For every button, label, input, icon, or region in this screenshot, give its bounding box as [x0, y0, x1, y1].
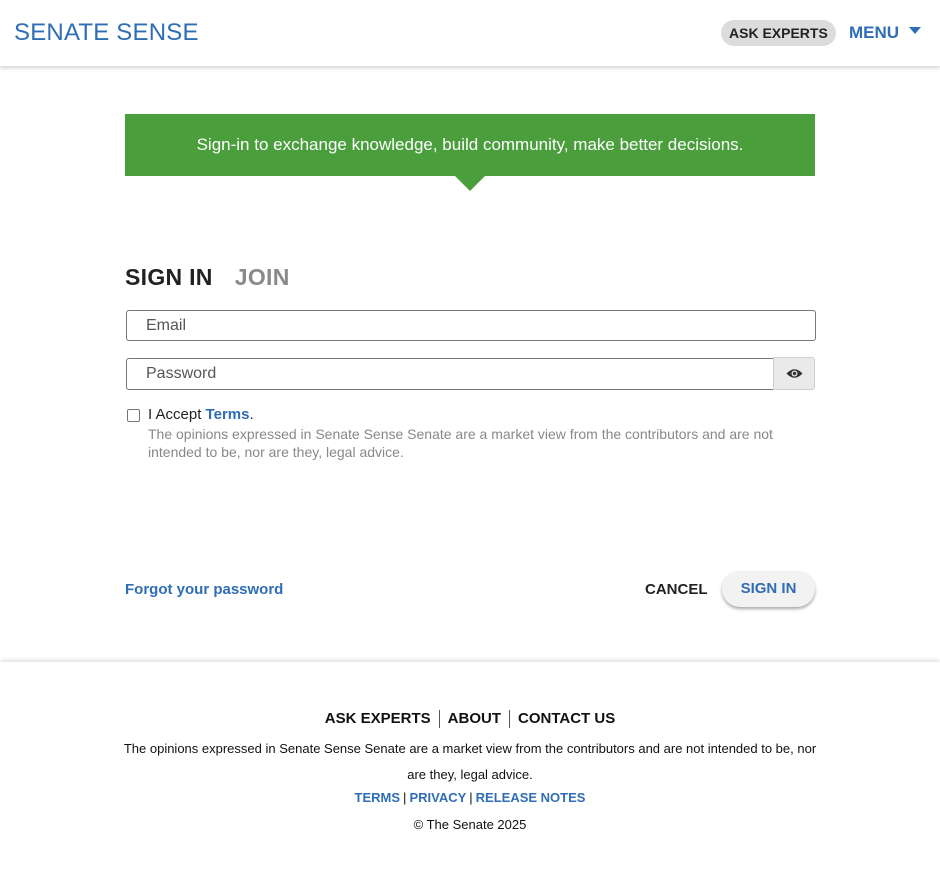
footer: ASK EXPERTS ABOUT CONTACT US The opinion…	[0, 662, 940, 869]
accept-suffix: .	[249, 406, 254, 423]
menu-label: MENU	[849, 23, 900, 42]
password-field[interactable]	[126, 358, 774, 390]
menu-button[interactable]: MENU	[849, 22, 922, 44]
tab-join[interactable]: JOIN	[235, 264, 290, 291]
banner-pointer	[455, 176, 485, 191]
forgot-password-link[interactable]: Forgot your password	[125, 581, 283, 598]
eye-icon	[786, 369, 802, 378]
show-password-button[interactable]	[773, 357, 815, 390]
site-logo[interactable]: SENATE SENSE	[14, 19, 199, 47]
caret-down-icon	[909, 26, 922, 34]
auth-tabs: SIGN IN JOIN	[125, 264, 290, 291]
top-navigation-bar: SENATE SENSE ASK EXPERTS MENU	[0, 0, 940, 66]
accept-terms-label: I Accept Terms.	[148, 406, 254, 423]
footer-link-about[interactable]: ABOUT	[438, 710, 509, 728]
cancel-button[interactable]: CANCEL	[645, 581, 708, 598]
signin-banner: Sign-in to exchange knowledge, build com…	[125, 114, 815, 176]
legal-link-privacy[interactable]: PRIVACY	[409, 790, 466, 805]
accept-prefix: I Accept	[148, 406, 206, 423]
legal-link-release-notes[interactable]: RELEASE NOTES	[476, 790, 586, 805]
footer-disclaimer: The opinions expressed in Senate Sense S…	[123, 741, 817, 782]
footer-links: ASK EXPERTS ABOUT CONTACT US	[0, 710, 940, 728]
email-field[interactable]	[126, 310, 816, 341]
password-group	[126, 357, 816, 390]
legal-separator: |	[469, 790, 473, 805]
accept-terms-checkbox[interactable]	[127, 409, 140, 422]
terms-link[interactable]: Terms	[206, 406, 250, 423]
tab-sign-in[interactable]: SIGN IN	[125, 264, 213, 291]
copyright: © The Senate 2025	[413, 817, 527, 832]
footer-link-ask-experts[interactable]: ASK EXPERTS	[317, 710, 439, 728]
terms-disclaimer: The opinions expressed in Senate Sense S…	[148, 426, 773, 460]
legal-links: TERMS | PRIVACY | RELEASE NOTES	[0, 790, 940, 805]
legal-link-terms[interactable]: TERMS	[355, 790, 401, 805]
footer-link-contact-us[interactable]: CONTACT US	[508, 710, 623, 728]
sign-in-button[interactable]: SIGN IN	[722, 571, 815, 607]
ask-experts-button[interactable]: ASK EXPERTS	[721, 20, 836, 46]
